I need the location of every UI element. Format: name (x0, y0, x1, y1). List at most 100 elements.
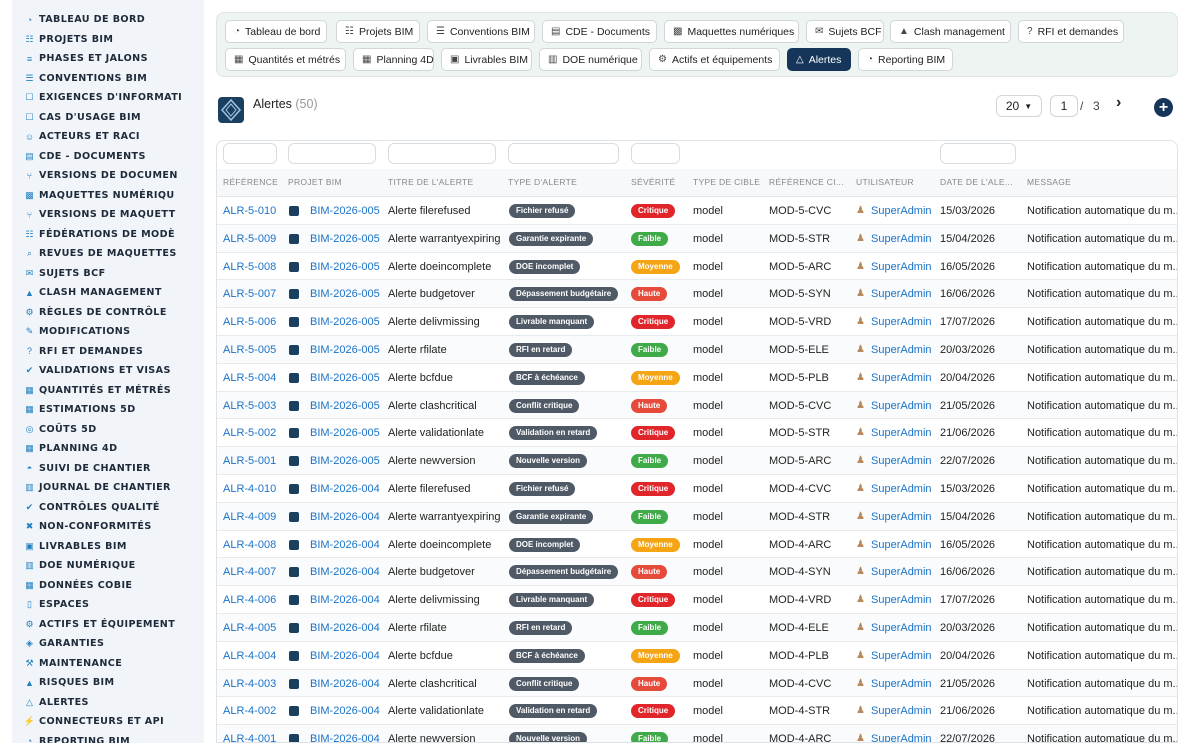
project-link[interactable]: BIM-2026-004 (310, 511, 386, 523)
tab-rfi-et-demandes[interactable]: ? RFI et demandes (1018, 20, 1124, 43)
sidebar-item[interactable]: ✔ CONTRÔLES QUALITÉ (12, 498, 204, 518)
column-header[interactable]: RÉFÉRENCE (223, 177, 284, 187)
column-header[interactable]: RÉFÉRENCE CI... (769, 177, 852, 187)
sidebar-item[interactable]: ✔ VALIDATIONS ET VISAS (12, 361, 204, 381)
table-row[interactable]: ALR-4-010 BIM-2026-004 Alerte filerefused F… (217, 475, 1177, 503)
sidebar-item[interactable]: ▣ LIVRABLES BIM (12, 537, 204, 557)
table-row[interactable]: ALR-4-009 BIM-2026-004 Alerte warrantyexpi… (217, 502, 1177, 531)
project-link[interactable]: BIM-2026-004 (310, 483, 386, 495)
column-header[interactable]: SÉVÉRITÉ (631, 177, 689, 187)
alert-reference-link[interactable]: ALR-4-001 (223, 733, 283, 742)
sidebar-item[interactable]: ▥ JOURNAL DE CHANTIER (12, 478, 204, 498)
project-link[interactable]: BIM-2026-005 (310, 261, 386, 273)
alert-reference-link[interactable]: ALR-5-005 (223, 344, 283, 356)
user-link[interactable]: SuperAdmin (871, 288, 932, 300)
user-link[interactable]: SuperAdmin (871, 233, 932, 245)
alert-reference-link[interactable]: ALR-5-002 (223, 427, 283, 439)
user-link[interactable]: SuperAdmin (871, 594, 932, 606)
column-filter-input[interactable] (388, 143, 496, 164)
sidebar-item[interactable]: ⌕ REVUES DE MAQUETTES (12, 244, 204, 264)
user-link[interactable]: SuperAdmin (871, 261, 932, 273)
tab-tableau-de-bord[interactable]: ◔ Tableau de bord (225, 20, 327, 43)
alert-reference-link[interactable]: ALR-4-004 (223, 650, 283, 662)
project-link[interactable]: BIM-2026-005 (310, 233, 386, 245)
tab-conventions-bim[interactable]: ☰ Conventions BIM (427, 20, 535, 43)
project-link[interactable]: BIM-2026-004 (310, 650, 386, 662)
alert-reference-link[interactable]: ALR-4-009 (223, 511, 283, 523)
table-row[interactable]: ALR-5-003 BIM-2026-005 Alerte clashcritica… (217, 391, 1177, 420)
sidebar-item[interactable]: ▦ PLANNING 4D (12, 439, 204, 459)
user-link[interactable]: SuperAdmin (871, 511, 932, 523)
column-header[interactable]: DATE DE L'ALE... (940, 177, 1023, 187)
user-link[interactable]: SuperAdmin (871, 483, 932, 495)
sidebar-item[interactable]: ⑂ VERSIONS DE DOCUMEN (12, 166, 204, 186)
sidebar-item[interactable]: ◔ TABLEAU DE BORD (12, 10, 204, 30)
sidebar-item[interactable]: ⚡ CONNECTEURS ET API (12, 712, 204, 732)
sidebar-item[interactable]: ▲ RISQUES BIM (12, 673, 204, 693)
tab-quantit-s-et-m-tr-s[interactable]: ▦ Quantités et métrés (225, 48, 346, 71)
project-link[interactable]: BIM-2026-004 (310, 678, 386, 690)
column-header[interactable]: PROJET BIM (288, 177, 384, 187)
table-row[interactable]: ALR-4-005 BIM-2026-004 Alerte rfilate RFI e… (217, 614, 1177, 642)
sidebar-item[interactable]: ⑂ VERSIONS DE MAQUETT (12, 205, 204, 225)
project-link[interactable]: BIM-2026-005 (310, 205, 386, 217)
project-link[interactable]: BIM-2026-004 (310, 733, 386, 742)
user-link[interactable]: SuperAdmin (871, 205, 932, 217)
column-filter-input[interactable] (288, 143, 376, 164)
table-row[interactable]: ALR-4-002 BIM-2026-004 Alerte validationla… (217, 697, 1177, 726)
user-link[interactable]: SuperAdmin (871, 733, 932, 742)
project-link[interactable]: BIM-2026-004 (310, 566, 386, 578)
alert-reference-link[interactable]: ALR-5-006 (223, 316, 283, 328)
alert-reference-link[interactable]: ALR-5-001 (223, 455, 283, 467)
user-link[interactable]: SuperAdmin (871, 566, 932, 578)
sidebar-item[interactable]: ◎ COÛTS 5D (12, 420, 204, 440)
sidebar-item[interactable]: ? RFI ET DEMANDES (12, 342, 204, 362)
sidebar-item[interactable]: ◈ GARANTIES (12, 634, 204, 654)
user-link[interactable]: SuperAdmin (871, 372, 932, 384)
column-filter-input[interactable] (631, 143, 680, 164)
project-link[interactable]: BIM-2026-005 (310, 372, 386, 384)
sidebar-item[interactable]: ☐ EXIGENCES D'INFORMATI (12, 88, 204, 108)
table-row[interactable]: ALR-4-006 BIM-2026-004 Alerte delivmissing… (217, 586, 1177, 614)
page-number-input[interactable]: 1 (1050, 95, 1078, 117)
project-link[interactable]: BIM-2026-005 (310, 455, 386, 467)
sidebar-item[interactable]: ☐ CAS D'USAGE BIM (12, 108, 204, 128)
alert-reference-link[interactable]: ALR-4-003 (223, 678, 283, 690)
user-link[interactable]: SuperAdmin (871, 427, 932, 439)
tab-planning-4d[interactable]: ▦ Planning 4D (353, 48, 434, 71)
sidebar-item[interactable]: ⚒ MAINTENANCE (12, 654, 204, 674)
table-row[interactable]: ALR-5-007 BIM-2026-005 Alerte budgetover Dé… (217, 280, 1177, 309)
table-row[interactable]: ALR-5-008 BIM-2026-005 Alerte doeincomplet… (217, 253, 1177, 281)
project-link[interactable]: BIM-2026-005 (310, 316, 386, 328)
sidebar-item[interactable]: ≡ PHASES ET JALONS (12, 49, 204, 69)
next-page-icon[interactable]: › (1116, 94, 1121, 112)
table-row[interactable]: ALR-5-006 BIM-2026-005 Alerte delivmissing… (217, 308, 1177, 336)
table-row[interactable]: ALR-4-001 BIM-2026-004 Alerte newversion No… (217, 725, 1177, 742)
sidebar-item[interactable]: ▦ ESTIMATIONS 5D (12, 400, 204, 420)
project-link[interactable]: BIM-2026-004 (310, 622, 386, 634)
user-link[interactable]: SuperAdmin (871, 400, 932, 412)
project-link[interactable]: BIM-2026-004 (310, 539, 386, 551)
column-filter-input[interactable] (223, 143, 277, 164)
sidebar-item[interactable]: ⚙ ACTIFS ET ÉQUIPEMENT (12, 615, 204, 635)
alert-reference-link[interactable]: ALR-4-007 (223, 566, 283, 578)
project-link[interactable]: BIM-2026-004 (310, 594, 386, 606)
user-link[interactable]: SuperAdmin (871, 344, 932, 356)
alert-reference-link[interactable]: ALR-5-007 (223, 288, 283, 300)
user-link[interactable]: SuperAdmin (871, 650, 932, 662)
user-link[interactable]: SuperAdmin (871, 705, 932, 717)
table-row[interactable]: ALR-5-004 BIM-2026-005 Alerte bcfdue BCF à … (217, 364, 1177, 392)
table-row[interactable]: ALR-4-003 BIM-2026-004 Alerte clashcritica… (217, 669, 1177, 698)
sidebar-item[interactable]: ◔ REPORTING BIM (12, 732, 204, 743)
table-row[interactable]: ALR-4-008 BIM-2026-004 Alerte doeincomplet… (217, 531, 1177, 559)
alert-reference-link[interactable]: ALR-4-005 (223, 622, 283, 634)
column-header[interactable]: TITRE DE L'ALERTE (388, 177, 504, 187)
tab-livrables-bim[interactable]: ▣ Livrables BIM (441, 48, 532, 71)
user-link[interactable]: SuperAdmin (871, 455, 932, 467)
sidebar-item[interactable]: ▤ CDE - DOCUMENTS (12, 147, 204, 167)
table-row[interactable]: ALR-4-004 BIM-2026-004 Alerte bcfdue BCF à … (217, 642, 1177, 670)
alert-reference-link[interactable]: ALR-4-010 (223, 483, 283, 495)
page-size-select[interactable]: 20 ▼ (996, 95, 1042, 117)
project-link[interactable]: BIM-2026-005 (310, 344, 386, 356)
table-row[interactable]: ALR-5-005 BIM-2026-005 Alerte rfilate RFI e… (217, 336, 1177, 364)
